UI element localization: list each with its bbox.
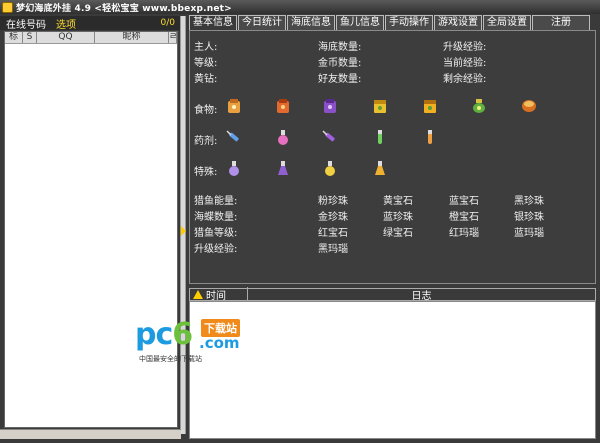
friend-count-label: 好友数量: bbox=[318, 74, 362, 85]
seabed-count-label: 海底数量: bbox=[318, 42, 362, 53]
level-label: 等级: bbox=[194, 58, 218, 69]
tab-manual-operation[interactable]: 手动操作 bbox=[385, 15, 433, 30]
watermark-com-text: .com bbox=[199, 334, 240, 352]
log-header: 时间 日志 bbox=[189, 287, 596, 302]
collapse-arrow-icon[interactable] bbox=[181, 226, 186, 236]
tab-game-settings[interactable]: 游戏设置 bbox=[434, 15, 482, 30]
pink-pearl-label: 粉珍珠 bbox=[318, 196, 348, 207]
food-box-yellow-icon[interactable] bbox=[371, 97, 389, 115]
silver-pearl-label: 银珍珠 bbox=[514, 212, 544, 223]
orange-gem-label: 橙宝石 bbox=[449, 212, 479, 223]
fishing-level-label: 猎鱼等级: bbox=[194, 228, 238, 239]
pc6-watermark-logo: pc6 下载站 .com 中国最安全的下载站 bbox=[135, 317, 300, 365]
column-header-qq[interactable]: QQ bbox=[37, 32, 95, 43]
column-header-extra[interactable]: ㄹ bbox=[169, 32, 177, 43]
special-label: 特殊: bbox=[194, 167, 218, 178]
column-header-nickname[interactable]: 昵称 bbox=[95, 32, 169, 43]
food-can-icon[interactable] bbox=[520, 97, 538, 115]
potion-lavender-icon[interactable] bbox=[225, 159, 243, 177]
black-pearl-label: 黑珍珠 bbox=[514, 196, 544, 207]
food-label: 食物: bbox=[194, 105, 218, 116]
syringe-purple-icon[interactable] bbox=[321, 128, 339, 146]
red-gem-label: 红宝石 bbox=[318, 228, 348, 239]
food-bag-orange-icon[interactable] bbox=[225, 97, 243, 115]
current-exp-label: 当前经验: bbox=[443, 58, 487, 69]
blue-agate-label: 蓝玛瑙 bbox=[514, 228, 544, 239]
fishing-upgrade-exp-label: 升级经验: bbox=[194, 244, 238, 255]
red-agate-label: 红玛瑙 bbox=[449, 228, 479, 239]
window-title: 梦幻海底外挂 4.9 <轻松宝宝 www.bbexp.net> bbox=[16, 3, 232, 14]
syringe-blue-icon[interactable] bbox=[225, 128, 243, 146]
log-column-time[interactable]: 时间 bbox=[206, 287, 248, 302]
food-jar-green-icon[interactable] bbox=[470, 97, 488, 115]
account-list[interactable]: 标 S QQ 昵称 ㄹ bbox=[4, 31, 178, 428]
warning-icon bbox=[193, 290, 203, 299]
tab-basic-info[interactable]: 基本信息 bbox=[189, 15, 237, 30]
food-box-gold-icon[interactable] bbox=[421, 97, 439, 115]
tab-today-stats[interactable]: 今日统计 bbox=[238, 15, 286, 30]
remaining-exp-label: 剩余经验: bbox=[443, 74, 487, 85]
tab-fish-info[interactable]: 鱼儿信息 bbox=[336, 15, 384, 30]
test-tube-orange-icon[interactable] bbox=[421, 128, 439, 146]
gold-count-label: 金币数量: bbox=[318, 58, 362, 69]
upgrade-exp-label: 升级经验: bbox=[443, 42, 487, 53]
blue-gem-label: 蓝宝石 bbox=[449, 196, 479, 207]
flask-purple-icon[interactable] bbox=[274, 159, 292, 177]
food-bag-purple-icon[interactable] bbox=[321, 97, 339, 115]
panel-splitter[interactable] bbox=[180, 16, 186, 434]
yellow-diamond-label: 黄钻: bbox=[194, 74, 218, 85]
black-agate-label: 黑玛瑙 bbox=[318, 244, 348, 255]
options-button[interactable]: 选项 bbox=[56, 16, 76, 31]
column-header-mark[interactable]: 标 bbox=[5, 32, 23, 43]
tab-seabed-info[interactable]: 海底信息 bbox=[287, 15, 335, 30]
horizontal-scrollbar[interactable] bbox=[0, 429, 181, 439]
app-icon bbox=[2, 1, 13, 13]
green-gem-label: 绿宝石 bbox=[383, 228, 413, 239]
watermark-pc-text: pc6 bbox=[135, 317, 193, 352]
column-header-s[interactable]: S bbox=[23, 32, 37, 43]
master-label: 主人: bbox=[194, 42, 218, 53]
yellow-gem-label: 黄宝石 bbox=[383, 196, 413, 207]
tab-global-settings[interactable]: 全局设置 bbox=[483, 15, 531, 30]
watermark-slogan: 中国最安全的下载站 bbox=[139, 355, 202, 363]
online-count: 0/0 bbox=[160, 18, 175, 28]
fishing-energy-label: 猎鱼能量: bbox=[194, 196, 238, 207]
title-bar: 梦幻海底外挂 4.9 <轻松宝宝 www.bbexp.net> bbox=[0, 0, 600, 14]
basic-info-panel: 主人: 等级: 黄钻: 海底数量: 金币数量: 好友数量: 升级经验: 当前经验… bbox=[189, 30, 596, 284]
potion-yellow-icon[interactable] bbox=[321, 159, 339, 177]
test-tube-green-icon[interactable] bbox=[371, 128, 389, 146]
left-panel-header: 在线号码 选项 0/0 bbox=[0, 16, 181, 31]
butterfly-count-label: 海蝶数量: bbox=[194, 212, 238, 223]
account-list-header: 标 S QQ 昵称 ㄹ bbox=[5, 32, 177, 44]
flask-orange-icon[interactable] bbox=[371, 159, 389, 177]
tab-register[interactable]: 注册 bbox=[532, 15, 590, 30]
tab-bar: 基本信息 今日统计 海底信息 鱼儿信息 手动操作 游戏设置 全局设置 注册 bbox=[189, 15, 596, 30]
log-column-log[interactable]: 日志 bbox=[248, 287, 595, 302]
potion-pink-icon[interactable] bbox=[274, 128, 292, 146]
food-bag-red-icon[interactable] bbox=[274, 97, 292, 115]
gold-pearl-label: 金珍珠 bbox=[318, 212, 348, 223]
medicine-label: 药剂: bbox=[194, 136, 218, 147]
online-numbers-label: 在线号码 bbox=[6, 19, 46, 31]
blue-pearl-label: 蓝珍珠 bbox=[383, 212, 413, 223]
